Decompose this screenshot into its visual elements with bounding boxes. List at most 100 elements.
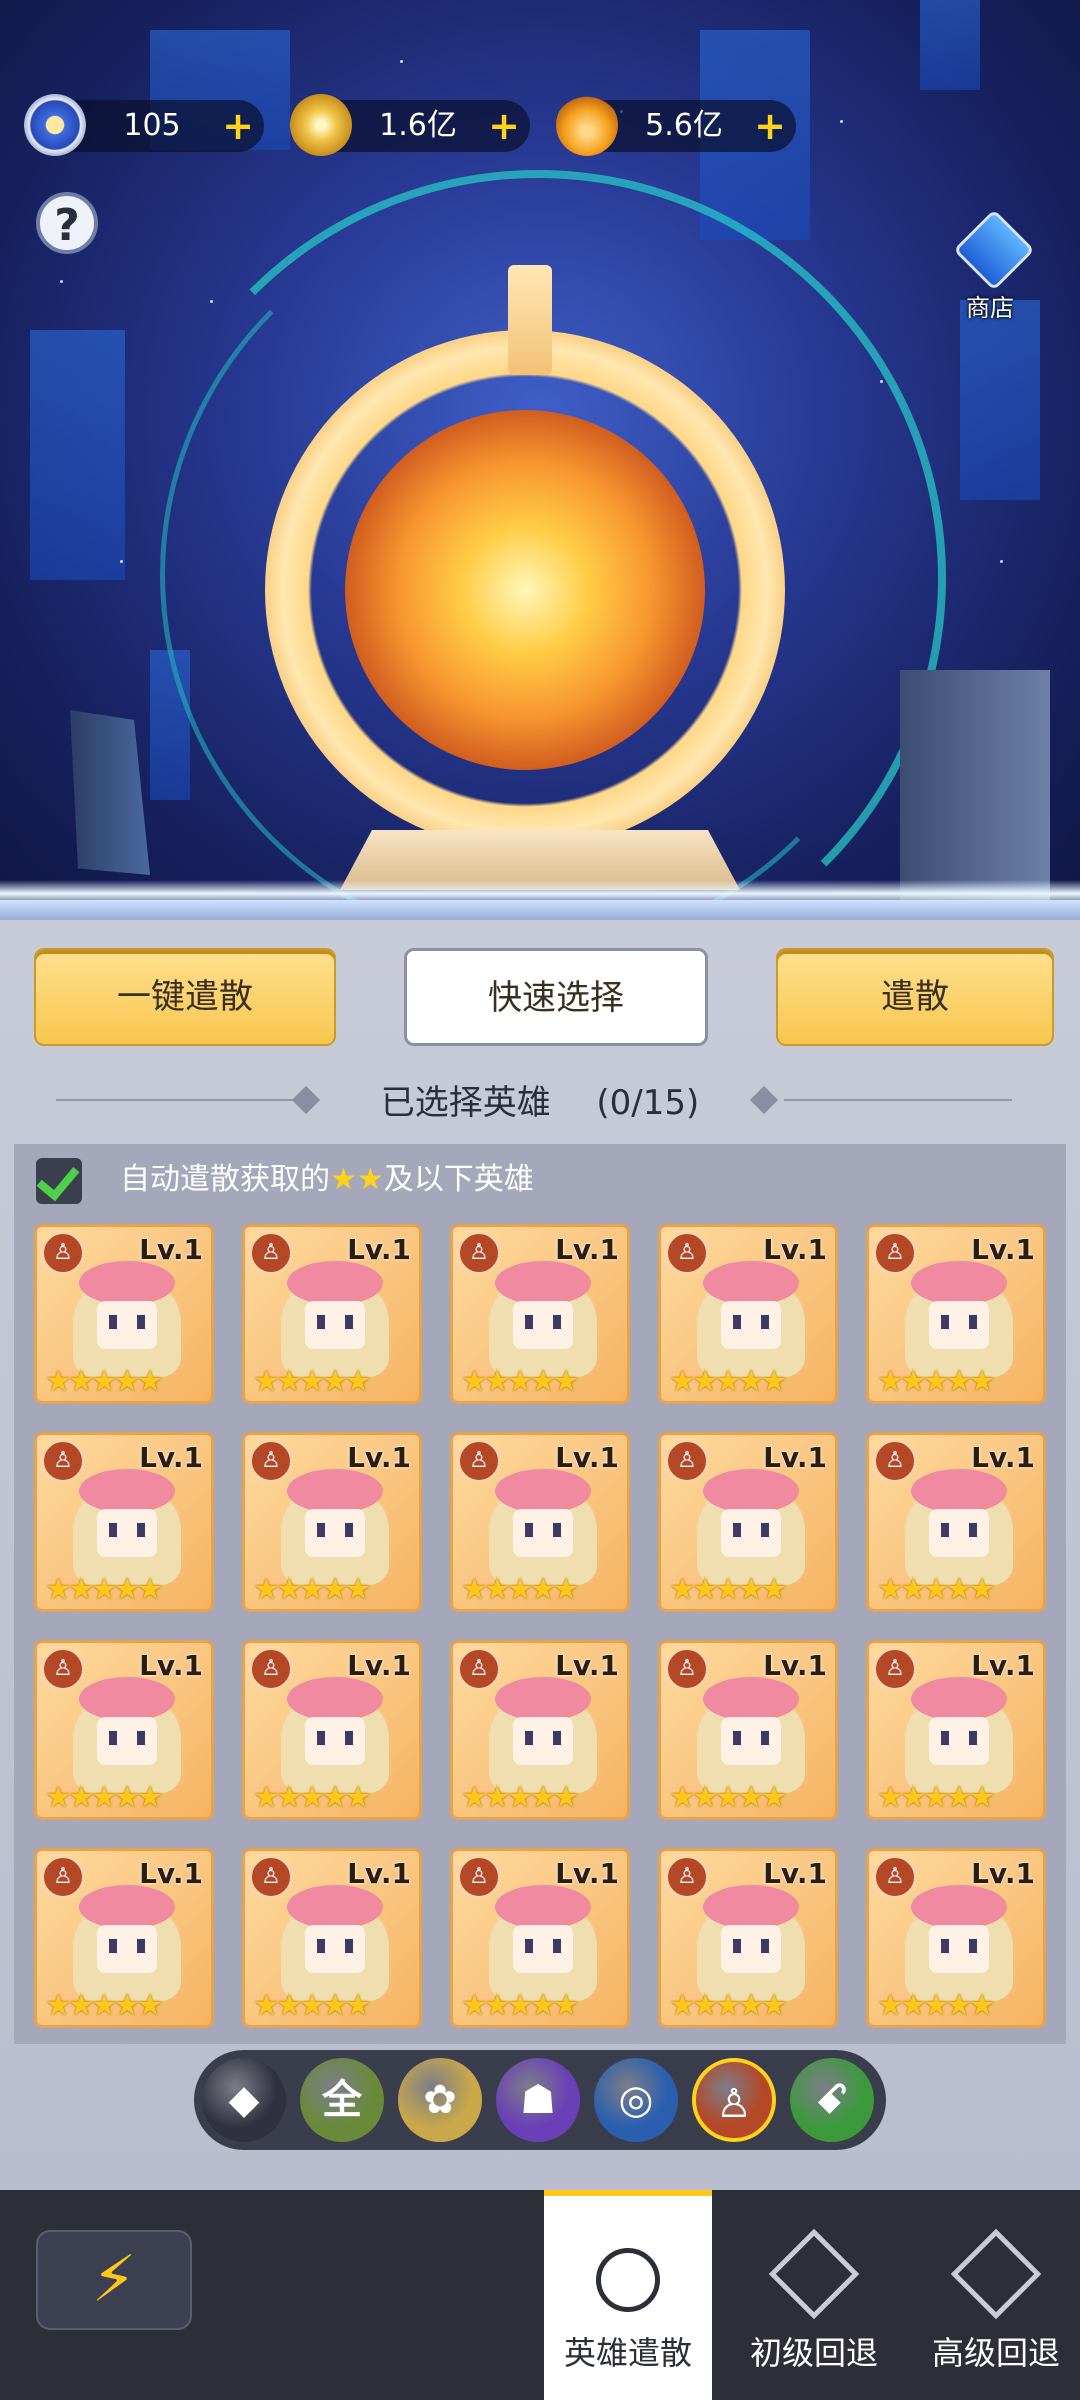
stone-pillar-left <box>70 710 150 875</box>
hero-portrait <box>69 1465 185 1585</box>
hero-card[interactable]: ♙ Lv.1 ★★★★★ <box>242 1640 422 1820</box>
star-rating: ★★★★★ <box>877 1780 996 1815</box>
star-rating: ★★★★★ <box>45 1780 164 1815</box>
hero-portrait <box>277 1673 393 1793</box>
nature-dna-filter[interactable]: ꗃ <box>790 2058 874 2142</box>
hero-card[interactable]: ♙ Lv.1 ★★★★★ <box>450 1848 630 2028</box>
hero-card[interactable]: ♙ Lv.1 ★★★★★ <box>450 1224 630 1404</box>
currency-value: 1.6亿 <box>379 108 457 143</box>
add-lotus-button[interactable]: + <box>750 106 790 146</box>
dismiss-button[interactable]: 遣散 <box>776 948 1054 1046</box>
hero-card[interactable]: ♙ Lv.1 ★★★★★ <box>242 1848 422 2028</box>
star-rating: ★★★★★ <box>253 1572 372 1607</box>
hero-card[interactable]: ♙ Lv.1 ★★★★★ <box>450 1640 630 1820</box>
currency-value: 5.6亿 <box>645 108 723 143</box>
star-rating: ★★★★★ <box>669 1572 788 1607</box>
hero-card[interactable]: ♙ Lv.1 ★★★★★ <box>34 1640 214 1820</box>
diamond-emblem-icon <box>768 2228 860 2320</box>
hero-card[interactable]: ♙ Lv.1 ★★★★★ <box>866 1848 1046 2028</box>
coin-icon <box>290 94 352 156</box>
hero-card[interactable]: ♙ Lv.1 ★★★★★ <box>34 1848 214 2028</box>
hero-portrait <box>69 1257 185 1377</box>
star-rating: ★★★★★ <box>669 1988 788 2023</box>
star-rating: ★★★★★ <box>877 1364 996 1399</box>
tab-label: 初级回退 <box>749 2334 878 2372</box>
compass-icon <box>596 2248 660 2312</box>
all-diamond-filter[interactable]: ◆ <box>202 2058 286 2142</box>
hero-card[interactable]: ♙ Lv.1 ★★★★★ <box>34 1224 214 1404</box>
tab-hero-dismiss[interactable]: 英雄遣散 <box>544 2190 712 2400</box>
star-rating: ★★★★★ <box>45 1364 164 1399</box>
hero-card[interactable]: ♙ Lv.1 ★★★★★ <box>658 1640 838 1820</box>
hero-card[interactable]: ♙ Lv.1 ★★★★★ <box>242 1224 422 1404</box>
checkbox[interactable] <box>36 1158 82 1204</box>
selected-label: 已选择英雄 <box>380 1083 551 1123</box>
hero-card[interactable]: ♙ Lv.1 ★★★★★ <box>866 1640 1046 1820</box>
shop-button[interactable]: 商店 <box>940 209 1040 322</box>
currency-value: 105 <box>123 108 181 143</box>
hero-card[interactable]: ♙ Lv.1 ★★★★★ <box>658 1848 838 2028</box>
hero-portrait <box>901 1257 1017 1377</box>
currency-gear: 105 + <box>24 94 264 156</box>
star-rating: ★★★★★ <box>253 1364 372 1399</box>
shop-icon <box>953 209 1035 291</box>
star-rating: ★★★★★ <box>253 1988 372 2023</box>
portal-crest <box>508 265 552 375</box>
all-element-filter[interactable]: 全 <box>300 2058 384 2142</box>
water-swirl-filter[interactable]: ◎ <box>594 2058 678 2142</box>
back-lightning-icon[interactable]: ⚡ <box>36 2230 192 2330</box>
light-lotus-filter[interactable]: ✿ <box>398 2058 482 2142</box>
star-icon: ★★ <box>330 1162 384 1197</box>
star-rating: ★★★★★ <box>253 1780 372 1815</box>
hero-card[interactable]: ♙ Lv.1 ★★★★★ <box>658 1432 838 1612</box>
one-click-dismiss-button[interactable]: 一键遣散 <box>34 948 336 1046</box>
hero-portrait <box>901 1673 1017 1793</box>
hero-portrait <box>901 1881 1017 2001</box>
tab-advanced-revert[interactable]: 高级回退 <box>912 2190 1080 2400</box>
divider <box>784 1099 1012 1101</box>
add-gear-button[interactable]: + <box>218 106 258 146</box>
star-rating: ★★★★★ <box>45 1572 164 1607</box>
hero-card[interactable]: ♙ Lv.1 ★★★★★ <box>34 1432 214 1612</box>
add-coin-button[interactable]: + <box>484 106 524 146</box>
hero-portrait <box>69 1881 185 2001</box>
star-rating: ★★★★★ <box>461 1988 580 2023</box>
hero-portrait <box>485 1881 601 2001</box>
dark-flame-filter[interactable]: ☗ <box>496 2058 580 2142</box>
crown-emblem-icon <box>950 2228 1042 2320</box>
tab-label: 英雄遣散 <box>563 2334 692 2372</box>
floor <box>0 900 1080 920</box>
hero-portrait <box>485 1465 601 1585</box>
hero-portrait <box>485 1673 601 1793</box>
hero-card[interactable]: ♙ Lv.1 ★★★★★ <box>242 1432 422 1612</box>
star-rating: ★★★★★ <box>877 1572 996 1607</box>
bg-pillar <box>960 300 1040 500</box>
hero-portrait <box>277 1257 393 1377</box>
hero-portrait <box>277 1465 393 1585</box>
hero-card[interactable]: ♙ Lv.1 ★★★★★ <box>450 1432 630 1612</box>
portal-frame <box>265 330 785 850</box>
help-icon[interactable]: ? <box>36 192 98 254</box>
star-rating: ★★★★★ <box>461 1364 580 1399</box>
tab-label: 高级回退 <box>931 2334 1060 2372</box>
star-rating: ★★★★★ <box>45 1988 164 2023</box>
tab-basic-revert[interactable]: 初级回退 <box>730 2190 898 2400</box>
meditate-filter[interactable]: ♙ <box>692 2058 776 2142</box>
quick-select-button[interactable]: 快速选择 <box>404 948 708 1046</box>
currency-lotus: 5.6亿 + <box>556 94 796 156</box>
hero-portrait <box>693 1257 809 1377</box>
auto-dismiss-label: 自动遣散获取的★★及以下英雄 <box>120 1162 534 1197</box>
hero-card[interactable]: ♙ Lv.1 ★★★★★ <box>866 1224 1046 1404</box>
hero-card[interactable]: ♙ Lv.1 ★★★★★ <box>658 1224 838 1404</box>
hero-portrait <box>901 1465 1017 1585</box>
element-filter-bar: ◆ 全 ✿ ☗ ◎ ♙ ꗃ <box>194 2050 886 2150</box>
lotus-icon <box>556 94 618 156</box>
star-rating: ★★★★★ <box>461 1572 580 1607</box>
hero-portrait <box>693 1465 809 1585</box>
currency-coin: 1.6亿 + <box>290 94 530 156</box>
star-rating: ★★★★★ <box>877 1988 996 2023</box>
hero-card[interactable]: ♙ Lv.1 ★★★★★ <box>866 1432 1046 1612</box>
selected-count: (0/15) <box>596 1083 700 1123</box>
gear-icon <box>24 94 86 156</box>
bg-pillar <box>30 330 125 580</box>
